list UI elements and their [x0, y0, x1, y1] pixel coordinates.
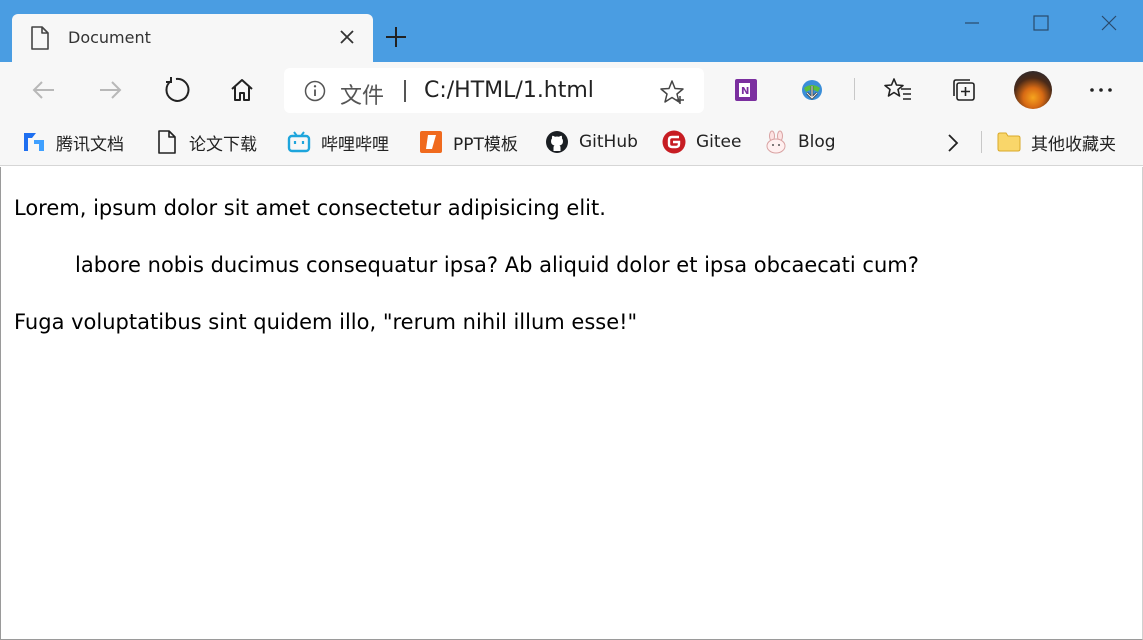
- gitee-icon: [662, 130, 686, 154]
- site-info-label: 文件: [340, 84, 385, 109]
- download-manager-icon: [802, 80, 822, 100]
- paragraph-1: Lorem, ipsum dolor sit amet consectetur …: [14, 196, 606, 220]
- minimize-icon[interactable]: [957, 8, 987, 38]
- address-bar[interactable]: 文件 C:/HTML/1.html: [284, 68, 704, 113]
- avatar[interactable]: [1014, 71, 1052, 109]
- document-icon: [31, 26, 49, 50]
- arrow-right-icon: [100, 81, 122, 99]
- window-close-icon[interactable]: [1094, 8, 1124, 38]
- bookmark-gitee[interactable]: Gitee: [662, 128, 741, 156]
- bookmark-bilibili[interactable]: 哔哩哔哩: [287, 128, 389, 156]
- chevron-right-icon[interactable]: [940, 130, 966, 156]
- tab-document[interactable]: Document: [12, 14, 373, 62]
- collections-icon: [953, 79, 975, 101]
- toolbar-divider: [854, 78, 855, 100]
- back-button[interactable]: [28, 74, 60, 106]
- bookmark-label: 腾讯文档: [56, 134, 124, 155]
- toolbar: 文件 C:/HTML/1.html N: [0, 62, 1143, 118]
- maximize-icon[interactable]: [1026, 8, 1056, 38]
- paragraph-3: Fuga voluptatibus sint quidem illo, "rer…: [14, 310, 638, 334]
- bookmark-label: 其他收藏夹: [1031, 134, 1116, 155]
- plus-icon[interactable]: [383, 24, 409, 50]
- bunny-icon: [764, 130, 788, 154]
- bookmark-github[interactable]: GitHub: [545, 128, 638, 156]
- bookmarks-divider: [981, 131, 982, 153]
- home-icon: [231, 79, 253, 101]
- bookmark-blog[interactable]: Blog: [764, 128, 836, 156]
- bookmarks-bar: 腾讯文档 论文下载 哔哩哔哩 PPT模板 GitHub Gitee Blog 其…: [0, 118, 1143, 166]
- tencent-docs-icon: [22, 130, 46, 154]
- bookmark-label: 论文下载: [189, 134, 257, 155]
- add-favorite-icon[interactable]: [660, 79, 686, 105]
- page-icon: [155, 130, 179, 154]
- folder-icon: [997, 130, 1021, 154]
- svg-text:N: N: [741, 86, 749, 97]
- favorites-list-icon: [884, 78, 911, 100]
- collections-button[interactable]: [948, 74, 980, 106]
- arrow-left-icon: [32, 81, 54, 99]
- onenote-extension-button[interactable]: N: [730, 74, 762, 106]
- bookmark-ppt[interactable]: PPT模板: [419, 128, 518, 156]
- more-button[interactable]: [1085, 74, 1117, 106]
- onenote-icon: N: [735, 79, 757, 101]
- forward-button[interactable]: [94, 74, 126, 106]
- bookmark-label: Blog: [798, 132, 836, 152]
- close-icon[interactable]: [336, 26, 358, 48]
- info-icon[interactable]: [304, 80, 326, 102]
- title-bar: Document: [0, 0, 1143, 62]
- refresh-button[interactable]: [160, 74, 192, 106]
- paragraph-2: labore nobis ducimus consequatur ipsa? A…: [75, 253, 919, 277]
- tab-title: Document: [68, 28, 151, 47]
- bilibili-icon: [287, 130, 311, 154]
- ppt-icon: [419, 130, 443, 154]
- home-button[interactable]: [226, 74, 258, 106]
- download-manager-button[interactable]: [796, 74, 828, 106]
- bookmark-label: 哔哩哔哩: [321, 134, 389, 155]
- github-icon: [545, 130, 569, 154]
- address-separator: [404, 80, 406, 102]
- url-text[interactable]: C:/HTML/1.html: [424, 78, 594, 103]
- bookmark-label: PPT模板: [453, 134, 518, 155]
- refresh-icon: [165, 77, 190, 102]
- page-content: Lorem, ipsum dolor sit amet consectetur …: [0, 167, 1143, 640]
- more-icon: [1090, 88, 1112, 92]
- bookmark-label: Gitee: [696, 132, 742, 152]
- bookmark-paper-download[interactable]: 论文下载: [155, 128, 257, 156]
- bookmark-tencent-docs[interactable]: 腾讯文档: [22, 128, 124, 156]
- other-favorites-folder[interactable]: 其他收藏夹: [997, 128, 1116, 156]
- bookmark-label: GitHub: [579, 132, 638, 152]
- favorites-button[interactable]: [882, 74, 914, 106]
